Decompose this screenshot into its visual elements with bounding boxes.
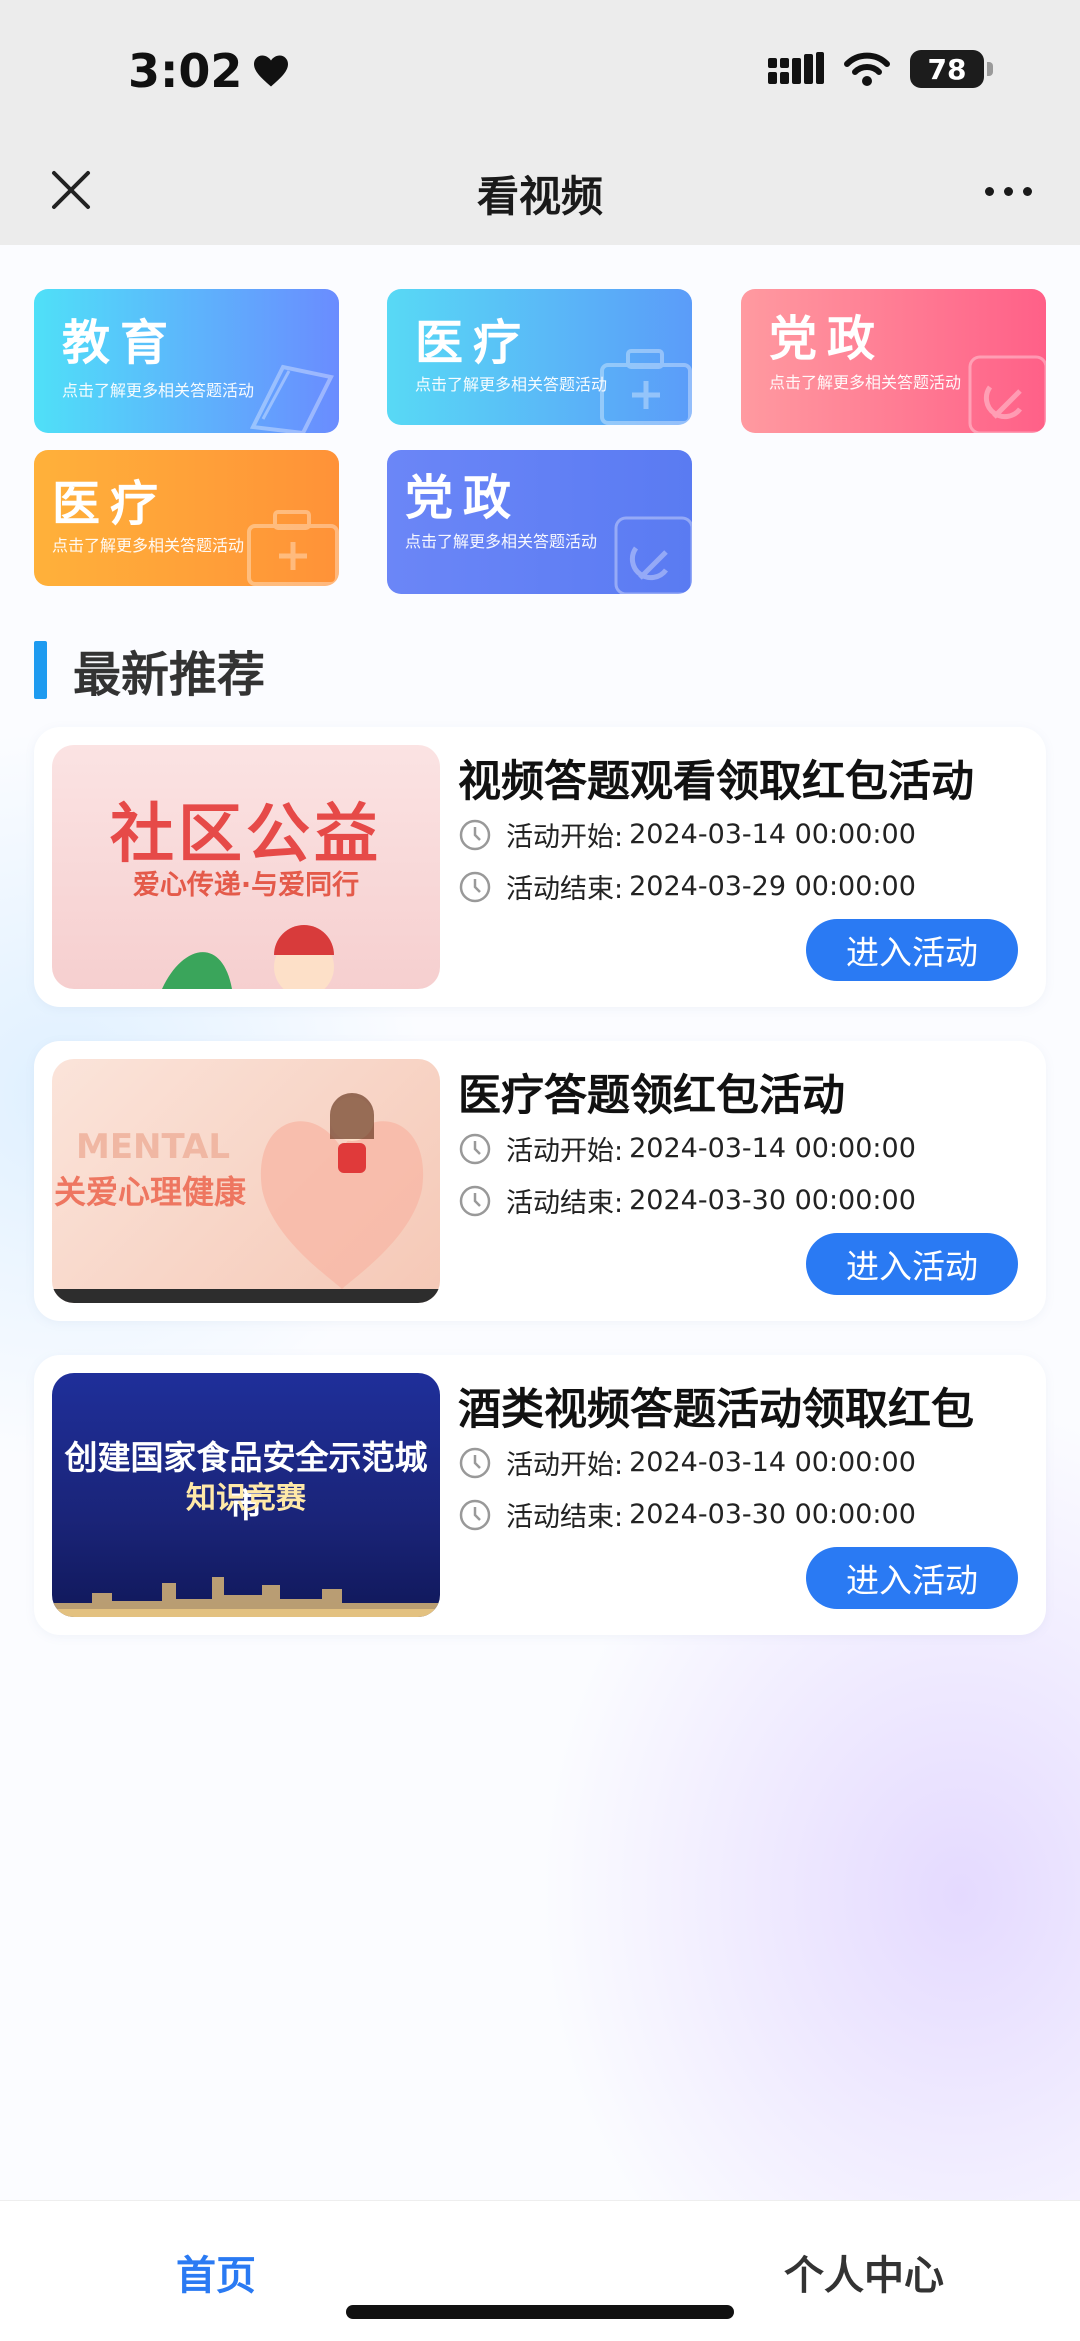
- enter-activity-button[interactable]: 进入活动: [806, 1547, 1018, 1609]
- start-time: 2024-03-14 00:00:00: [629, 1447, 916, 1478]
- clock-icon: [459, 1499, 491, 1530]
- enter-activity-button[interactable]: 进入活动: [806, 919, 1018, 981]
- end-label: 活动结束:: [506, 1188, 624, 1219]
- section-title: 最新推荐: [73, 647, 266, 703]
- party-emblem-icon: [614, 516, 692, 594]
- category-title: 党政: [405, 470, 522, 526]
- category-subtitle: 点击了解更多相关答题活动: [415, 375, 608, 394]
- end-label: 活动结束:: [506, 1502, 624, 1533]
- activity-card[interactable]: MENTAL 关爱心理健康 医疗答题领红包活动 活动开始: 2024-03-14…: [34, 1041, 1046, 1321]
- activity-card[interactable]: 创建国家食品安全示范城市 知识竞赛 酒类视频答题活动领取红包 活动开始: 202…: [34, 1355, 1046, 1635]
- start-time: 2024-03-14 00:00:00: [629, 819, 916, 850]
- activity-title: 酒类视频答题活动领取红包: [458, 1385, 974, 1435]
- thumbnail-subtitle: 知识竞赛: [186, 1481, 306, 1516]
- activity-start-row: 活动开始: 2024-03-14 00:00:00: [458, 1443, 916, 1482]
- book-icon: [249, 364, 334, 433]
- medkit-icon: [247, 510, 339, 586]
- category-subtitle: 点击了解更多相关答题活动: [769, 373, 962, 392]
- illustration-image: [162, 925, 334, 989]
- tab-home[interactable]: 首页: [176, 2243, 256, 2301]
- page-title: 看视频: [476, 172, 603, 221]
- category-card-medical-2[interactable]: 医疗 点击了解更多相关答题活动: [34, 450, 339, 586]
- clock-icon: [459, 819, 491, 850]
- category-card-medical[interactable]: 医疗 点击了解更多相关答题活动: [387, 289, 692, 425]
- start-label: 活动开始:: [506, 822, 624, 853]
- city-skyline-image: [52, 1577, 440, 1617]
- activity-start-row: 活动开始: 2024-03-14 00:00:00: [458, 815, 916, 854]
- battery-indicator: 78: [910, 50, 993, 88]
- category-title: 教育: [62, 315, 179, 371]
- status-bar: 3:02 78: [0, 0, 1080, 145]
- end-time: 2024-03-29 00:00:00: [629, 871, 916, 902]
- main-content: 教育 点击了解更多相关答题活动 医疗 点击了解更多相关答题活动 党政 点击了解更…: [0, 245, 1080, 2200]
- start-label: 活动开始:: [506, 1450, 624, 1481]
- more-icon[interactable]: [985, 187, 1032, 196]
- end-label: 活动结束:: [506, 874, 624, 905]
- category-subtitle: 点击了解更多相关答题活动: [405, 532, 598, 551]
- section-header: 最新推荐: [34, 635, 265, 705]
- activity-end-row: 活动结束: 2024-03-30 00:00:00: [458, 1495, 916, 1534]
- activity-thumbnail[interactable]: MENTAL 关爱心理健康: [52, 1059, 440, 1303]
- category-card-education[interactable]: 教育 点击了解更多相关答题活动: [34, 289, 339, 433]
- enter-activity-button[interactable]: 进入活动: [806, 1233, 1018, 1295]
- home-indicator[interactable]: [346, 2305, 734, 2319]
- wifi-icon: [844, 52, 890, 86]
- medkit-icon: [600, 349, 692, 425]
- party-emblem-icon: [968, 355, 1046, 433]
- end-time: 2024-03-30 00:00:00: [629, 1185, 916, 1216]
- start-time: 2024-03-14 00:00:00: [629, 1133, 916, 1164]
- category-title: 医疗: [52, 476, 169, 532]
- illustration-image: [260, 1093, 424, 1289]
- video-control-strip: [52, 1289, 440, 1303]
- category-subtitle: 点击了解更多相关答题活动: [62, 381, 255, 400]
- activity-start-row: 活动开始: 2024-03-14 00:00:00: [458, 1129, 916, 1168]
- cellular-signal-icon: [768, 52, 824, 84]
- nav-bar: 看视频: [0, 145, 1080, 245]
- activity-card[interactable]: 社区公益 爱心传递·与爱同行 视频答题观看领取红包活动 活动开始: 2024-0…: [34, 727, 1046, 1007]
- activity-title: 视频答题观看领取红包活动: [458, 757, 974, 807]
- category-card-party-2[interactable]: 党政 点击了解更多相关答题活动: [387, 450, 692, 594]
- section-accent-bar: [34, 641, 47, 699]
- clock-icon: [459, 1133, 491, 1164]
- status-icons: 78: [768, 50, 993, 88]
- category-title: 医疗: [415, 315, 532, 371]
- clock-icon: [459, 1185, 491, 1216]
- start-label: 活动开始:: [506, 1136, 624, 1167]
- bottom-tab-bar: 首页 个人中心: [0, 2200, 1080, 2341]
- activity-end-row: 活动结束: 2024-03-29 00:00:00: [458, 867, 916, 906]
- clock-icon: [459, 871, 491, 902]
- heart-icon: [254, 55, 289, 87]
- clock-icon: [459, 1447, 491, 1478]
- battery-level: 78: [927, 52, 967, 86]
- end-time: 2024-03-30 00:00:00: [629, 1499, 916, 1530]
- tab-profile[interactable]: 个人中心: [784, 2243, 944, 2301]
- activity-thumbnail[interactable]: 社区公益 爱心传递·与爱同行: [52, 745, 440, 989]
- category-subtitle: 点击了解更多相关答题活动: [52, 536, 245, 555]
- category-card-party[interactable]: 党政 点击了解更多相关答题活动: [741, 289, 1046, 433]
- status-time: 3:02: [128, 44, 290, 98]
- category-title: 党政: [769, 311, 886, 367]
- activity-title: 医疗答题领红包活动: [458, 1071, 845, 1121]
- time-text: 3:02: [128, 44, 243, 98]
- activity-end-row: 活动结束: 2024-03-30 00:00:00: [458, 1181, 916, 1220]
- activity-thumbnail[interactable]: 创建国家食品安全示范城市 知识竞赛: [52, 1373, 440, 1617]
